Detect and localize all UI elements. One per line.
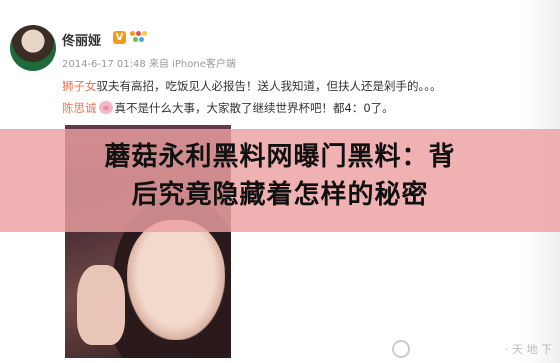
headline-title: 蘑菇永利黑料网曝门黑料：背 后究竟隐藏着怎样的秘密	[0, 138, 560, 214]
vip-badge: V	[113, 31, 126, 44]
post-timestamp[interactable]: 2014-6-17 01:48	[62, 59, 146, 70]
post-username[interactable]: 佟丽娅	[62, 30, 101, 49]
comment-1: 狮子女驭夫有高招，吃饭见人必报告！送人我知道，但扶人还是剁手的。。。	[62, 78, 442, 94]
headline-line-1: 蘑菇永利黑料网曝门黑料：背	[104, 142, 456, 172]
headline-line-2: 后究竟隐藏着怎样的秘密	[131, 180, 429, 210]
comment-text: 驭夫有高招，吃饭见人必报告！送人我知道，但扶人还是剁手的。。。	[96, 79, 442, 93]
watermark: · 天 地 下	[505, 343, 552, 356]
comment-user[interactable]: 陈思诚	[62, 101, 97, 115]
post-source: 来自 iPhone客户端	[148, 59, 236, 70]
comment-text: 真不是什么大事，大家散了继续世界杯吧！都4：0了。	[114, 101, 394, 115]
avatar[interactable]	[10, 25, 56, 71]
watermark-icon	[392, 340, 410, 358]
member-icon	[130, 31, 148, 44]
pig-icon	[98, 101, 113, 114]
comment-user[interactable]: 狮子女	[62, 79, 97, 93]
post-meta: 2014-6-17 01:48 来自 iPhone客户端	[62, 55, 236, 70]
comment-2: 陈思诚 真不是什么大事，大家散了继续世界杯吧！都4：0了。	[62, 100, 394, 116]
